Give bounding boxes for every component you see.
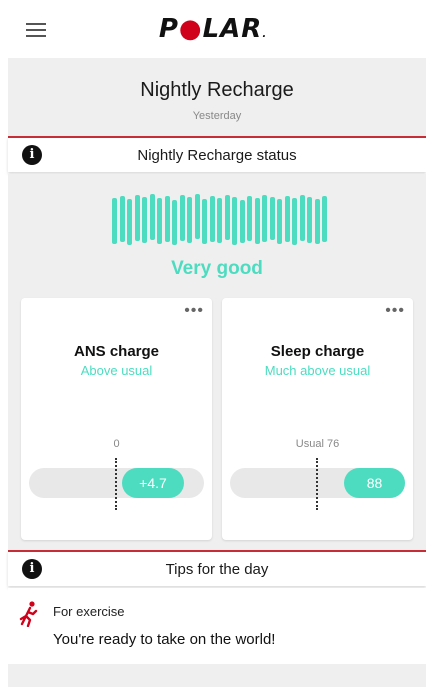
recharge-bar [299, 195, 305, 241]
recharge-bar [284, 196, 290, 242]
recharge-bar [247, 196, 252, 241]
more-options-icon[interactable]: ••• [184, 302, 204, 320]
recharge-bar [217, 198, 222, 243]
recharge-bar [307, 197, 312, 243]
recharge-bar [224, 195, 230, 240]
sleep-value-pill: 88 [344, 468, 405, 498]
sleep-usual-marker [316, 458, 318, 510]
more-options-icon[interactable]: ••• [385, 302, 405, 320]
page-header: Nightly Recharge Yesterday [8, 58, 426, 136]
ans-usual-label: 0 [113, 438, 120, 450]
recharge-bar [239, 200, 245, 243]
sleep-charge-subtitle: Much above usual [264, 363, 371, 378]
logo-red-dot: ● [178, 14, 203, 44]
top-app-bar: P●LAR. [0, 0, 426, 58]
sleep-charge-title: Sleep charge [270, 343, 365, 360]
status-section-header: i Nightly Recharge status [8, 136, 426, 172]
ans-usual-marker [115, 458, 117, 510]
status-section-label: Nightly Recharge status [137, 147, 297, 164]
page-subtitle: Yesterday [192, 110, 242, 122]
recharge-bar [292, 198, 297, 245]
ans-value-pill: +4.7 [122, 468, 184, 498]
recharge-bar [187, 197, 192, 243]
recharge-bar [142, 197, 147, 243]
recharge-bar [157, 198, 162, 244]
recharge-bar [209, 196, 215, 242]
running-icon [19, 601, 38, 627]
recharge-bars-graphic [112, 192, 332, 245]
recharge-bar [149, 194, 155, 240]
tips-section-header: i Tips for the day [8, 550, 426, 586]
ans-charge-subtitle: Above usual [80, 363, 153, 378]
tip-category: For exercise [53, 604, 125, 619]
recharge-bar [127, 199, 132, 245]
status-text: Very good [171, 258, 263, 279]
ans-charge-title: ANS charge [73, 343, 160, 360]
page-title: Nightly Recharge [140, 79, 294, 101]
recharge-bar [112, 198, 117, 244]
recharge-bar [172, 200, 177, 245]
recharge-bar [322, 196, 327, 242]
recharge-bar [269, 197, 275, 240]
tips-section-label: Tips for the day [165, 561, 269, 578]
recharge-bar [194, 194, 200, 239]
footer-strip [8, 664, 426, 687]
recharge-bar [232, 197, 237, 245]
tip-text: You're ready to take on the world! [53, 631, 276, 648]
sleep-charge-card[interactable]: ••• Sleep charge Much above usual Usual … [222, 298, 413, 540]
recharge-bar [262, 195, 267, 242]
recharge-bar [119, 196, 125, 242]
sleep-usual-label: Usual 76 [295, 438, 340, 450]
ans-charge-card[interactable]: ••• ANS charge Above usual 0 +4.7 [21, 298, 212, 540]
recharge-bar [134, 195, 140, 241]
polar-logo: P●LAR. [158, 14, 268, 44]
tip-item[interactable]: For exercise You're ready to take on the… [8, 588, 426, 664]
recharge-bar [164, 196, 170, 242]
recharge-bar [314, 199, 320, 244]
recharge-bar [254, 198, 260, 244]
status-panel: Very good ••• ANS charge Above usual 0 +… [8, 174, 426, 550]
recharge-bar [179, 195, 185, 241]
recharge-bar [277, 199, 282, 244]
recharge-bar [202, 199, 207, 244]
